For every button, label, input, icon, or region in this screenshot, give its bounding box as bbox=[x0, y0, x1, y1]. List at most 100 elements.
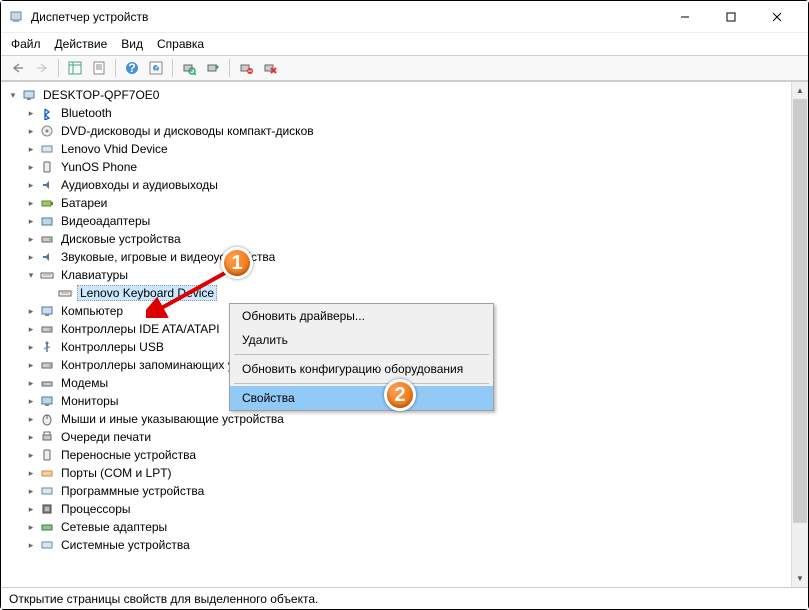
vertical-scrollbar[interactable]: ▲ ▼ bbox=[791, 82, 808, 587]
expander-icon[interactable]: ▸ bbox=[25, 449, 37, 461]
tree-category[interactable]: ▸ Видеоадаптеры bbox=[1, 212, 791, 230]
device-icon bbox=[39, 537, 55, 553]
tree-category[interactable]: ▸ Процессоры bbox=[1, 500, 791, 518]
tree-category[interactable]: ▾ Клавиатуры bbox=[1, 266, 791, 284]
expander-icon[interactable]: ▸ bbox=[25, 305, 37, 317]
tree-item-label: Процессоры bbox=[59, 502, 133, 516]
tree-device-selected[interactable]: Lenovo Keyboard Device bbox=[1, 284, 791, 302]
expander-icon[interactable]: ▸ bbox=[25, 179, 37, 191]
expander-icon[interactable]: ▸ bbox=[25, 143, 37, 155]
tree-category[interactable]: ▸Дисковые устройства bbox=[1, 230, 791, 248]
tree-item-label: Контроллеры IDE ATA/ATAPI bbox=[59, 322, 222, 336]
tree-item-label: Программные устройства bbox=[59, 484, 206, 498]
device-icon bbox=[39, 231, 55, 247]
tree-category[interactable]: ▸ Lenovo Vhid Device bbox=[1, 140, 791, 158]
expander-icon[interactable]: ▸ bbox=[25, 197, 37, 209]
svg-text:?: ? bbox=[128, 61, 135, 75]
expander-icon[interactable]: ▸ bbox=[25, 359, 37, 371]
forward-button[interactable] bbox=[31, 57, 53, 79]
annotation-badge-1: 1 bbox=[221, 247, 253, 279]
tree-category[interactable]: ▸Порты (COM и LPT) bbox=[1, 464, 791, 482]
tree-category[interactable]: ▸Мыши и иные указывающие устройства bbox=[1, 410, 791, 428]
device-icon bbox=[39, 195, 55, 211]
tree-root[interactable]: ▾ DESKTOP-QPF7OE0 bbox=[1, 86, 791, 104]
scan-hardware-icon[interactable] bbox=[178, 57, 200, 79]
device-icon bbox=[57, 285, 73, 301]
tree-category[interactable]: ▸Системные устройства bbox=[1, 536, 791, 554]
expander-icon[interactable]: ▸ bbox=[25, 431, 37, 443]
tree-category[interactable]: ▸ Переносные устройства bbox=[1, 446, 791, 464]
device-icon bbox=[39, 465, 55, 481]
expander-icon[interactable]: ▸ bbox=[25, 485, 37, 497]
expander-icon[interactable]: ▸ bbox=[25, 251, 37, 263]
device-icon bbox=[39, 411, 55, 427]
menu-help[interactable]: Справка bbox=[157, 37, 204, 51]
tree-item-label: DESKTOP-QPF7OE0 bbox=[41, 88, 161, 102]
disable-icon[interactable] bbox=[259, 57, 281, 79]
device-icon bbox=[39, 267, 55, 283]
tree-item-label: Видеоадаптеры bbox=[59, 214, 152, 228]
expander-icon[interactable]: ▸ bbox=[25, 467, 37, 479]
show-hide-icon[interactable] bbox=[64, 57, 86, 79]
expander-icon[interactable]: ▸ bbox=[25, 413, 37, 425]
expander-icon[interactable] bbox=[43, 287, 55, 299]
tree-category[interactable]: ▸Очереди печати bbox=[1, 428, 791, 446]
maximize-button[interactable] bbox=[708, 2, 754, 32]
tree-category[interactable]: ▸DVD-дисководы и дисководы компакт-диско… bbox=[1, 122, 791, 140]
uninstall-icon[interactable] bbox=[235, 57, 257, 79]
tree-category[interactable]: ▸Bluetooth bbox=[1, 104, 791, 122]
expander-icon[interactable]: ▸ bbox=[25, 215, 37, 227]
statusbar: Открытие страницы свойств для выделенног… bbox=[1, 587, 808, 609]
device-icon bbox=[39, 159, 55, 175]
menu-view[interactable]: Вид bbox=[121, 37, 143, 51]
tree-category[interactable]: ▸Сетевые адаптеры bbox=[1, 518, 791, 536]
tree-item-label: Переносные устройства bbox=[59, 448, 198, 462]
expander-icon[interactable]: ▸ bbox=[25, 323, 37, 335]
menubar: Файл Действие Вид Справка bbox=[1, 33, 808, 55]
expander-icon[interactable]: ▸ bbox=[25, 539, 37, 551]
context-rescan[interactable]: Обновить конфигурацию оборудования bbox=[230, 357, 493, 381]
toolbar: ? ? bbox=[1, 55, 808, 81]
device-icon bbox=[39, 357, 55, 373]
tree-category[interactable]: ▸Аудиовходы и аудиовыходы bbox=[1, 176, 791, 194]
tree-category[interactable]: ▸ Батареи bbox=[1, 194, 791, 212]
expander-icon[interactable]: ▾ bbox=[25, 269, 37, 281]
menu-file[interactable]: Файл bbox=[11, 37, 41, 51]
tree-item-label: Мониторы bbox=[59, 394, 120, 408]
scroll-down-button[interactable]: ▼ bbox=[792, 570, 808, 587]
scroll-up-button[interactable]: ▲ bbox=[792, 82, 808, 99]
tree-category[interactable]: ▸ Программные устройства bbox=[1, 482, 791, 500]
help-topics-icon[interactable]: ? bbox=[145, 57, 167, 79]
expander-icon[interactable]: ▸ bbox=[25, 125, 37, 137]
menu-action[interactable]: Действие bbox=[55, 37, 108, 51]
expander-icon[interactable]: ▾ bbox=[7, 89, 19, 101]
device-icon bbox=[39, 519, 55, 535]
help-icon[interactable]: ? bbox=[121, 57, 143, 79]
properties-icon[interactable] bbox=[88, 57, 110, 79]
expander-icon[interactable]: ▸ bbox=[25, 377, 37, 389]
expander-icon[interactable]: ▸ bbox=[25, 341, 37, 353]
expander-icon[interactable]: ▸ bbox=[25, 503, 37, 515]
tree-item-label: Батареи bbox=[59, 196, 109, 210]
device-icon bbox=[39, 249, 55, 265]
expander-icon[interactable]: ▸ bbox=[25, 395, 37, 407]
tree-category[interactable]: ▸YunOS Phone bbox=[1, 158, 791, 176]
tree-category[interactable]: ▸Звуковые, игровые и видеоустройства bbox=[1, 248, 791, 266]
expander-icon[interactable]: ▸ bbox=[25, 107, 37, 119]
update-driver-icon[interactable] bbox=[202, 57, 224, 79]
context-properties[interactable]: Свойства bbox=[230, 386, 493, 410]
expander-icon[interactable]: ▸ bbox=[25, 521, 37, 533]
expander-icon[interactable]: ▸ bbox=[25, 233, 37, 245]
tree-item-label: Lenovo Vhid Device bbox=[59, 142, 170, 156]
device-icon bbox=[39, 105, 55, 121]
close-button[interactable] bbox=[754, 2, 800, 32]
expander-icon[interactable]: ▸ bbox=[25, 161, 37, 173]
context-update-drivers[interactable]: Обновить драйверы... bbox=[230, 304, 493, 328]
status-text: Открытие страницы свойств для выделенног… bbox=[9, 592, 318, 606]
minimize-button[interactable] bbox=[662, 2, 708, 32]
back-button[interactable] bbox=[7, 57, 29, 79]
tree-item-label: Клавиатуры bbox=[59, 268, 130, 282]
context-remove[interactable]: Удалить bbox=[230, 328, 493, 352]
app-icon bbox=[9, 9, 25, 25]
scroll-thumb[interactable] bbox=[793, 99, 807, 523]
